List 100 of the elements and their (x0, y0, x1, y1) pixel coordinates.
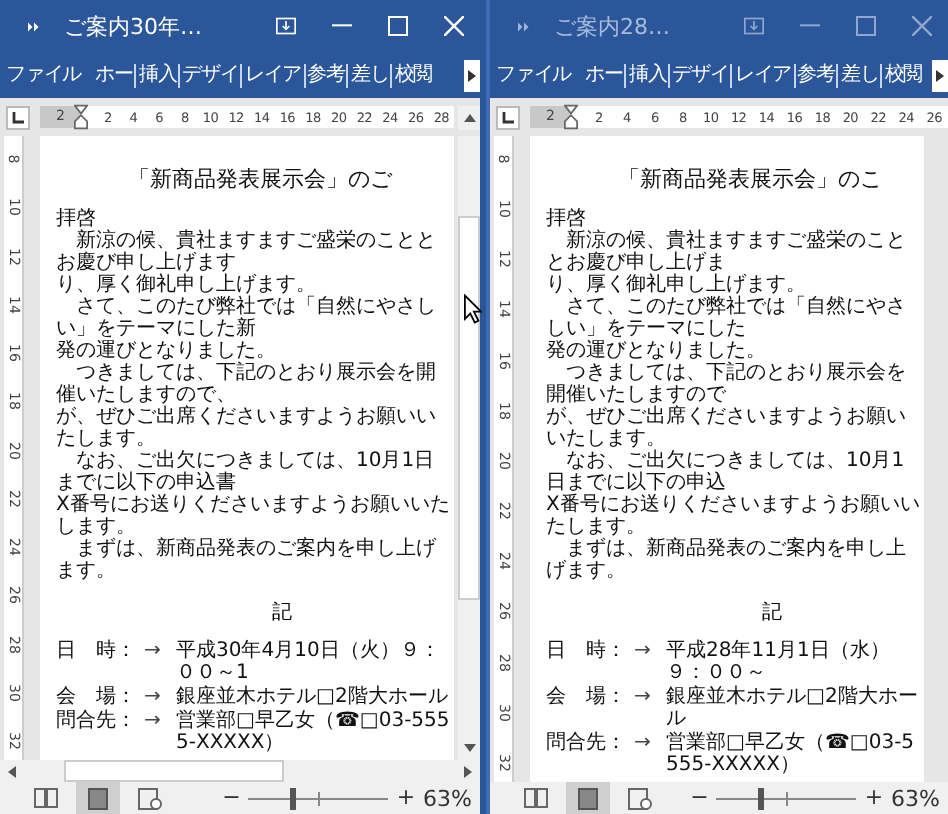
ribbon-tab[interactable]: ファイル (494, 63, 574, 87)
item-value: 営業部□早乙女（☎□03-5555-XXXXX） (666, 732, 917, 776)
ribbon-tab[interactable]: ホー (93, 63, 135, 87)
indent-marker-icon[interactable] (74, 104, 89, 130)
paragraph-text: まずは、新商品発表のご案内を申し上げます。 (546, 538, 908, 582)
ribbon-tab[interactable]: 挿入 (624, 63, 669, 87)
vertical-scrollbar[interactable] (458, 136, 480, 760)
print-view-button[interactable] (566, 782, 610, 814)
scrollbar-thumb[interactable] (458, 216, 480, 600)
scroll-right-icon[interactable] (464, 765, 472, 777)
paragraph-text: が、ぜひご出席くださいますようお願いいたします。 (546, 406, 908, 450)
paragraph-text: 発の運びとなりました。 (56, 340, 278, 362)
caret-icon (936, 69, 944, 81)
ribbon-tab[interactable]: 校閲 (390, 63, 435, 87)
paragraph-text: 拝啓 (56, 208, 96, 230)
tab-arrow: → (634, 732, 653, 758)
item-label: 会 場： (546, 686, 628, 712)
ribbon-tab[interactable]: デザイ (668, 63, 731, 87)
web-page-icon (628, 787, 652, 809)
web-page-icon (138, 787, 162, 809)
tab-stop-icon[interactable] (496, 105, 520, 129)
scroll-left-icon[interactable] (8, 765, 16, 777)
item-label: 問合先： (56, 710, 138, 736)
close-icon[interactable] (912, 16, 932, 36)
caret-icon (468, 69, 476, 81)
ribbon-tab[interactable]: ファイル (4, 63, 84, 87)
page-icon (88, 787, 108, 809)
ribbon-display-icon[interactable] (744, 16, 764, 36)
document-heading: 「新商品発表展示会」のこ (616, 164, 884, 194)
paragraph-text: が、ぜひご出席くださいますようお願いいたします。 (56, 406, 438, 450)
item-label: 問合先： (546, 732, 628, 758)
window-title: ご案内30年… (64, 11, 202, 41)
note-heading: 記 (270, 599, 294, 626)
minimize-icon[interactable] (800, 24, 820, 28)
paragraph-text: X番号にお送りくださいますようお願いいたします。 (546, 494, 922, 538)
item-label: 日 時： (56, 640, 138, 666)
maximize-icon[interactable] (856, 16, 876, 36)
paragraph-text: さて、このたび弊社では「自然にやさしい」をテーマにした (546, 296, 908, 340)
paragraph-text: X番号にお送りくださいますようお願いいたします。 (56, 494, 452, 538)
indent-marker-icon[interactable] (564, 104, 579, 130)
tab-arrow: → (634, 686, 653, 712)
caret-up-icon (463, 113, 475, 121)
item-label: 日 時： (546, 640, 628, 666)
ribbon-tab[interactable]: 差し (346, 63, 391, 87)
more-tabs-button[interactable] (932, 59, 948, 91)
print-view-button[interactable] (76, 782, 120, 814)
document-heading: 「新商品発表展示会」のご (126, 164, 394, 194)
page-icon (578, 787, 598, 809)
book-icon (34, 788, 58, 808)
ribbon-tab[interactable]: 差し (836, 63, 881, 87)
paragraph-text: 新涼の候、貴社ますますご盛栄のこととお慶び申し上げます (56, 230, 438, 274)
minimize-icon[interactable] (332, 24, 352, 28)
paragraph-text: つきましては、下記のとおり展示会を開催いたしますので、 (56, 362, 438, 406)
ribbon-tab[interactable]: 挿入 (134, 63, 179, 87)
zoom-in-button[interactable]: + (396, 786, 416, 810)
paragraph-text: り、厚く御礼申し上げます。 (546, 274, 808, 296)
paragraph-text: まずは、新商品発表のご案内を申し上げます。 (56, 538, 438, 582)
item-value: 平成28年11月1日（水）９：００～ (666, 640, 892, 684)
paragraph-text: 発の運びとなりました。 (546, 340, 768, 362)
paragraph-text: 拝啓 (546, 208, 586, 230)
ribbon-tab[interactable]: ホー (583, 63, 625, 87)
paragraph-text: り、厚く御礼申し上げます。 (56, 274, 318, 296)
tab-stop-icon[interactable] (6, 105, 30, 129)
scroll-up-button[interactable] (458, 105, 480, 129)
paragraph-text: つきましては、下記のとおり展示会を開催いたしますので (546, 362, 908, 406)
zoom-out-button[interactable]: − (690, 786, 709, 810)
paragraph-text: なお、ご出欠につきましては、10月1日までに以下の申込書 (56, 450, 437, 494)
ribbon-tab[interactable]: レイア (240, 63, 304, 87)
tab-arrow: → (634, 640, 653, 666)
zoom-out-button[interactable]: − (222, 786, 241, 810)
ribbon-tab[interactable]: 校閲 (880, 63, 925, 87)
book-icon (524, 788, 548, 808)
item-value: 銀座並木ホテル□2階大ホール (176, 686, 450, 708)
ribbon-tab[interactable]: レイア (730, 63, 794, 87)
tab-arrow: → (144, 710, 163, 736)
item-value: 平成30年4月10日（火）９：００～1 (176, 640, 442, 684)
quick-access-icon[interactable] (28, 21, 40, 31)
item-label: 会 場： (56, 686, 138, 708)
paragraph-text: 新涼の候、貴社ますますご盛栄のこととお慶び申し上げま (546, 230, 908, 274)
zoom-level: 63% (891, 785, 940, 811)
note-heading: 記 (760, 599, 784, 626)
tab-arrow: → (144, 640, 163, 666)
horizontal-scrollbar[interactable] (0, 760, 480, 782)
more-tabs-button[interactable] (464, 59, 480, 91)
ribbon-tab[interactable]: 参考 (303, 63, 347, 87)
tab-arrow: → (144, 686, 163, 708)
zoom-slider-thumb[interactable] (290, 787, 297, 809)
ribbon-tab[interactable]: デザイ (178, 63, 241, 87)
zoom-slider-thumb[interactable] (758, 787, 765, 809)
scrollbar-thumb[interactable] (64, 760, 284, 782)
scroll-down-icon[interactable] (463, 744, 475, 752)
item-value: 営業部□早乙女（☎□03-5555-XXXXX） (176, 710, 452, 754)
zoom-level: 63% (423, 785, 472, 811)
item-value: 銀座並木ホテル□2階大ホール (666, 686, 920, 730)
cursor-icon (464, 294, 482, 324)
paragraph-text: なお、ご出欠につきましては、10月1日までに以下の申込 (546, 450, 907, 494)
quick-access-icon[interactable] (518, 21, 530, 31)
window-title: ご案内28… (554, 11, 670, 41)
ribbon-tab[interactable]: 参考 (793, 63, 837, 87)
zoom-in-button[interactable]: + (864, 786, 884, 810)
